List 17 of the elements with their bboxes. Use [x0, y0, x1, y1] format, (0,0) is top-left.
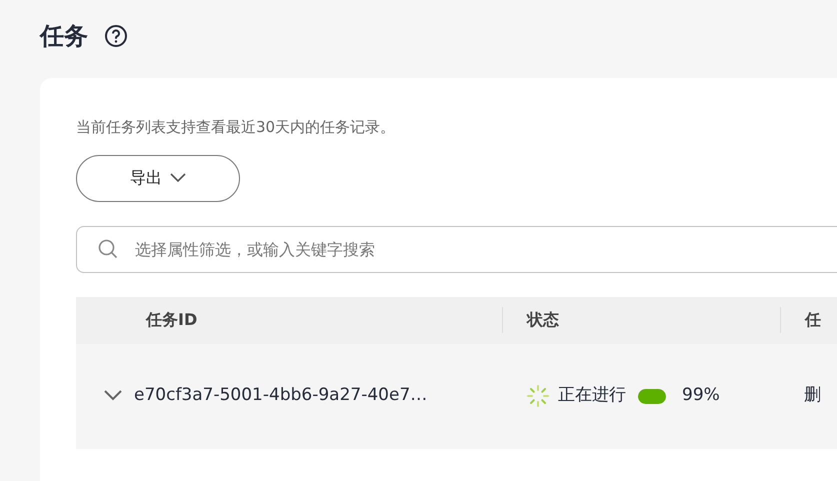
- spinner-icon: [526, 384, 550, 408]
- column-header: 任: [805, 309, 821, 331]
- chevron-down-icon: [104, 390, 122, 402]
- column-header: 状态: [527, 309, 559, 331]
- page-title: 任务: [40, 21, 88, 52]
- progress-percent: 99%: [682, 384, 720, 408]
- notice-text: 当前任务列表支持查看最近30天内的任务记录。: [76, 117, 396, 138]
- task-id-cell-text: e70cf3a7-5001-4bb6-9a27-40e7…: [134, 384, 428, 408]
- column-header: 任务ID: [146, 309, 198, 331]
- action-link[interactable]: 删: [804, 385, 821, 406]
- status-text: 正在进行: [558, 384, 626, 408]
- help-icon[interactable]: [104, 24, 128, 48]
- progress-bar: [638, 388, 666, 404]
- caret-icon: [170, 173, 186, 183]
- export-button[interactable]: 导出: [76, 154, 240, 202]
- search-icon: [98, 238, 118, 258]
- search-field[interactable]: 选择属性筛选，或输入关键字搜索: [76, 226, 837, 272]
